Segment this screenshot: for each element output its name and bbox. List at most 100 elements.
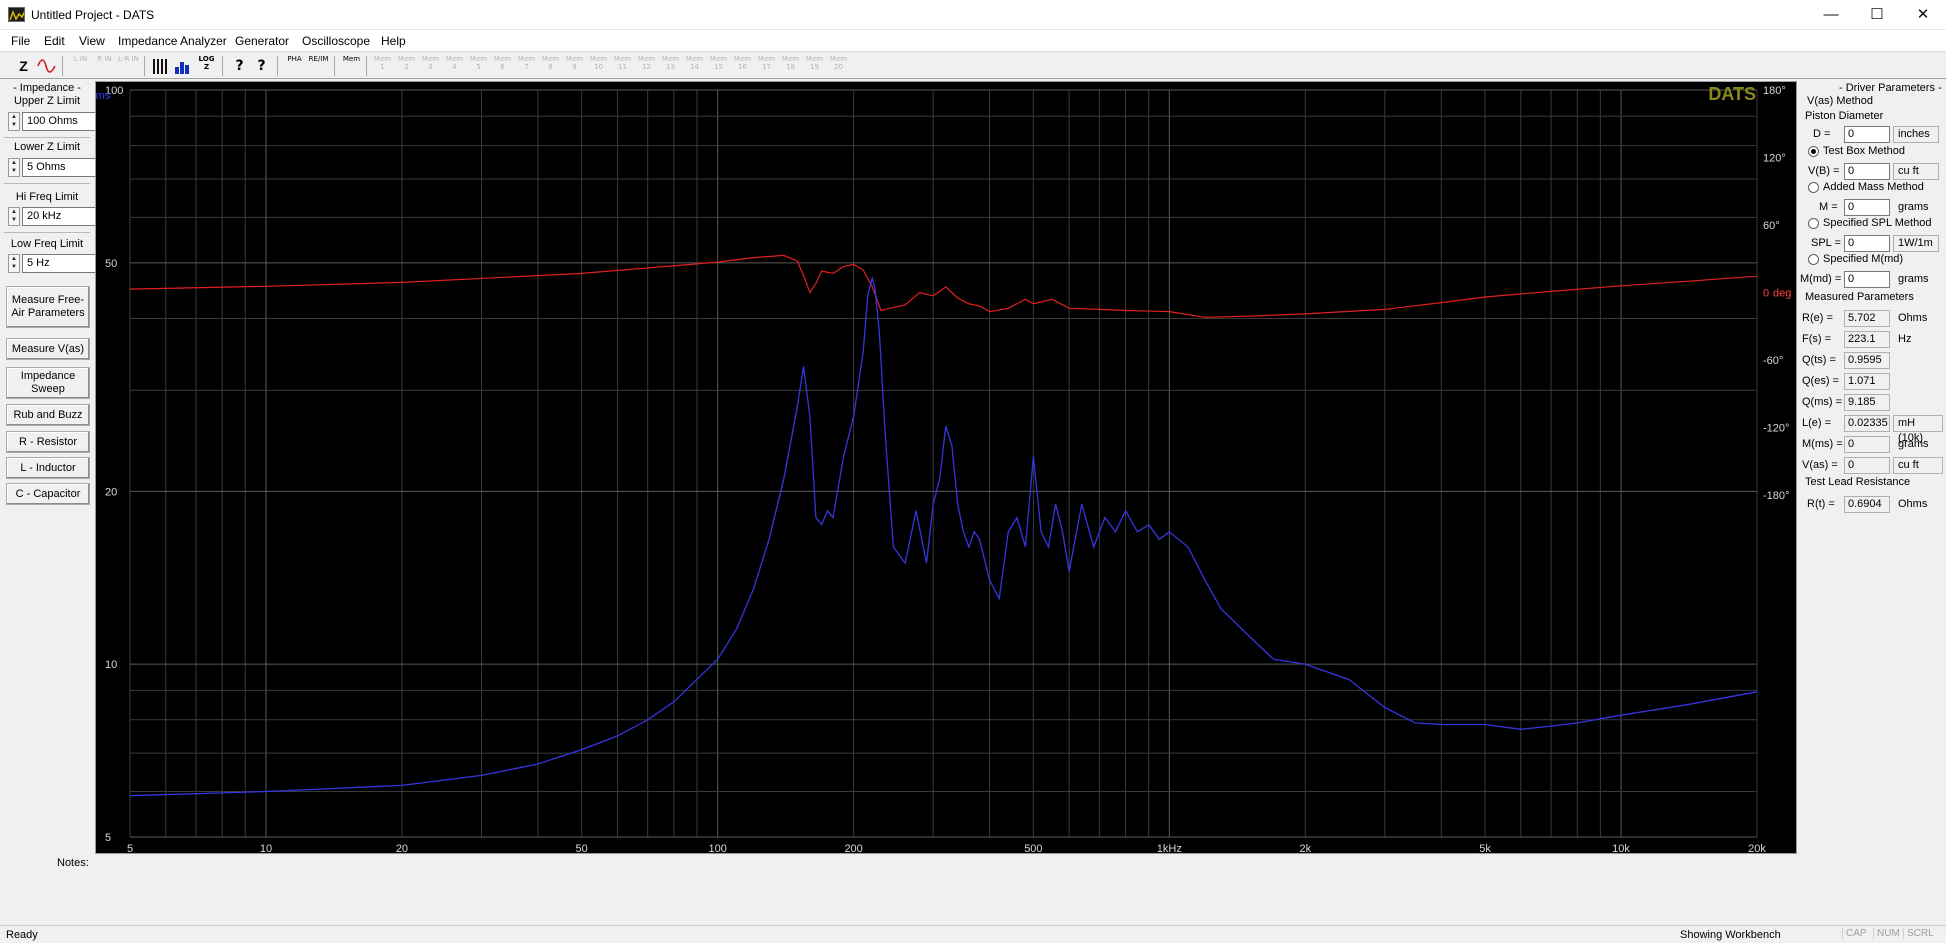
m-field[interactable]: 0 <box>1844 199 1890 216</box>
spinner-arrows-icon[interactable]: ▲ ▼ <box>8 207 20 226</box>
specified-spl-radio[interactable] <box>1808 218 1819 229</box>
phase-tick-label: 60° <box>1763 220 1780 232</box>
minimize-button[interactable]: — <box>1808 0 1854 30</box>
memory-slot-button[interactable]: Mem 4 <box>444 55 465 77</box>
right-input-button[interactable]: R IN <box>94 55 115 77</box>
mmd-field[interactable]: 0 <box>1844 271 1890 288</box>
left-input-button[interactable]: L IN <box>70 55 91 77</box>
divider <box>4 183 90 184</box>
capacitor-button[interactable]: C - Capacitor <box>6 483 90 505</box>
measured-param-value[interactable]: 0.02335 <box>1844 415 1890 432</box>
specified-spl-label: Specified SPL Method <box>1823 217 1932 229</box>
rt-field[interactable]: 0.6904 <box>1844 496 1890 513</box>
memory-slot-button[interactable]: Mem 12 <box>636 55 657 77</box>
rub-and-buzz-button[interactable]: Rub and Buzz <box>6 404 90 426</box>
phase-button[interactable]: PHA <box>284 55 305 77</box>
memory-slot-button[interactable]: Mem 11 <box>612 55 633 77</box>
status-mode: Showing Workbench <box>1680 929 1781 941</box>
measured-param-unit: Ohms <box>1898 312 1928 324</box>
impedance-group-title: - Impedance - <box>13 82 81 94</box>
menu-help[interactable]: Help <box>381 34 406 48</box>
measured-param-value[interactable]: 0 <box>1844 457 1890 474</box>
spinner-arrows-icon[interactable]: ▲ ▼ <box>8 112 20 131</box>
impedance-sweep-button[interactable]: Impedance Sweep <box>6 367 90 399</box>
context-help-icon[interactable]: ? <box>251 55 272 77</box>
memory-slot-button[interactable]: Mem 20 <box>828 55 849 77</box>
measured-param-value[interactable]: 0 <box>1844 436 1890 453</box>
menu-edit[interactable]: Edit <box>44 34 65 48</box>
toolbar-separator <box>334 56 335 76</box>
bars-icon[interactable] <box>150 55 171 77</box>
lower-z-spinner[interactable]: ▲ ▼ 5 Ohms <box>8 158 96 177</box>
measured-param-value[interactable]: 223.1 <box>1844 331 1890 348</box>
memory-slot-button[interactable]: Mem 18 <box>780 55 801 77</box>
measured-param-value[interactable]: 1.071 <box>1844 373 1890 390</box>
inductor-button[interactable]: L - Inductor <box>6 457 90 479</box>
hi-freq-label: Hi Freq Limit <box>15 191 79 203</box>
hi-freq-field[interactable]: 20 kHz <box>22 207 96 226</box>
close-button[interactable]: ✕ <box>1900 0 1946 30</box>
low-freq-field[interactable]: 5 Hz <box>22 254 96 273</box>
low-freq-spinner[interactable]: ▲ ▼ 5 Hz <box>8 254 96 273</box>
memory-slot-button[interactable]: Mem 14 <box>684 55 705 77</box>
x-tick-label: 20 <box>396 843 408 853</box>
measure-vas-button[interactable]: Measure V(as) <box>6 338 90 360</box>
phase-tick-label: 120° <box>1763 153 1786 165</box>
sine-wave-icon[interactable] <box>36 55 57 77</box>
memory-slot-button[interactable]: Mem 9 <box>564 55 585 77</box>
spinner-arrows-icon[interactable]: ▲ ▼ <box>8 254 20 273</box>
maximize-button[interactable]: ☐ <box>1854 0 1900 30</box>
menu-view[interactable]: View <box>79 34 105 48</box>
d-field[interactable]: 0 <box>1844 126 1890 143</box>
vb-field[interactable]: 0 <box>1844 163 1890 180</box>
memory-slot-button[interactable]: Mem 19 <box>804 55 825 77</box>
measured-parameters-title: Measured Parameters <box>1805 291 1914 303</box>
measure-free-air-button[interactable]: Measure Free-Air Parameters <box>6 286 90 328</box>
vb-label: V(B) = <box>1808 165 1840 177</box>
memory-button[interactable]: Mem <box>341 55 362 77</box>
impedance-mode-button[interactable]: Z <box>13 55 34 77</box>
y-tick-label: 5 <box>105 832 111 844</box>
upper-z-field[interactable]: 100 Ohms <box>22 112 96 131</box>
lower-z-field[interactable]: 5 Ohms <box>22 158 96 177</box>
menu-file[interactable]: File <box>11 34 30 48</box>
added-mass-radio[interactable] <box>1808 182 1819 193</box>
memory-slot-button[interactable]: Mem 17 <box>756 55 777 77</box>
m-unit: grams <box>1898 201 1929 213</box>
real-imaginary-button[interactable]: RE/IM <box>308 55 329 77</box>
ohms-unit-label: Ohms <box>96 90 111 102</box>
memory-slot-button[interactable]: Mem 2 <box>396 55 417 77</box>
memory-slot-button[interactable]: Mem 3 <box>420 55 441 77</box>
measured-param-value[interactable]: 0.9595 <box>1844 352 1890 369</box>
help-icon[interactable]: ? <box>229 55 250 77</box>
memory-slot-button[interactable]: Mem 7 <box>516 55 537 77</box>
memory-slot-button[interactable]: Mem 10 <box>588 55 609 77</box>
memory-slot-button[interactable]: Mem 6 <box>492 55 513 77</box>
log-scale-button[interactable]: LOG Z <box>196 55 217 77</box>
upper-z-spinner[interactable]: ▲ ▼ 100 Ohms <box>8 112 96 131</box>
test-box-radio[interactable] <box>1808 146 1819 157</box>
memory-slot-button[interactable]: Mem 13 <box>660 55 681 77</box>
left-right-input-button[interactable]: L-R IN <box>118 55 139 77</box>
memory-slot-button[interactable]: Mem 1 <box>372 55 393 77</box>
vas-method-label: V(as) Method <box>1807 95 1874 107</box>
measured-param-unit: Hz <box>1898 333 1912 345</box>
impedance-graph[interactable]: 5 10 20 50 100 200 500 1kHz 2k 5k 10k 20k 5 10 20 50 100… <box>95 81 1797 854</box>
specified-mmd-radio[interactable] <box>1808 254 1819 265</box>
spinner-arrows-icon[interactable]: ▲ ▼ <box>8 158 20 177</box>
measured-param-value[interactable]: 5.702 <box>1844 310 1890 327</box>
memory-slot-button[interactable]: Mem 5 <box>468 55 489 77</box>
memory-slot-button[interactable]: Mem 8 <box>540 55 561 77</box>
measured-param-label: Q(ts) = <box>1802 354 1836 366</box>
resistor-button[interactable]: R - Resistor <box>6 431 90 453</box>
menu-impedance-analyzer[interactable]: Impedance Analyzer <box>118 34 227 48</box>
hi-freq-spinner[interactable]: ▲ ▼ 20 kHz <box>8 207 96 226</box>
measured-param-value[interactable]: 9.185 <box>1844 394 1890 411</box>
menu-generator[interactable]: Generator <box>235 34 289 48</box>
divider <box>4 137 90 138</box>
histogram-icon[interactable] <box>172 55 193 77</box>
menu-oscilloscope[interactable]: Oscilloscope <box>302 34 370 48</box>
memory-slot-button[interactable]: Mem 16 <box>732 55 753 77</box>
memory-slot-button[interactable]: Mem 15 <box>708 55 729 77</box>
spl-field[interactable]: 0 <box>1844 235 1890 252</box>
